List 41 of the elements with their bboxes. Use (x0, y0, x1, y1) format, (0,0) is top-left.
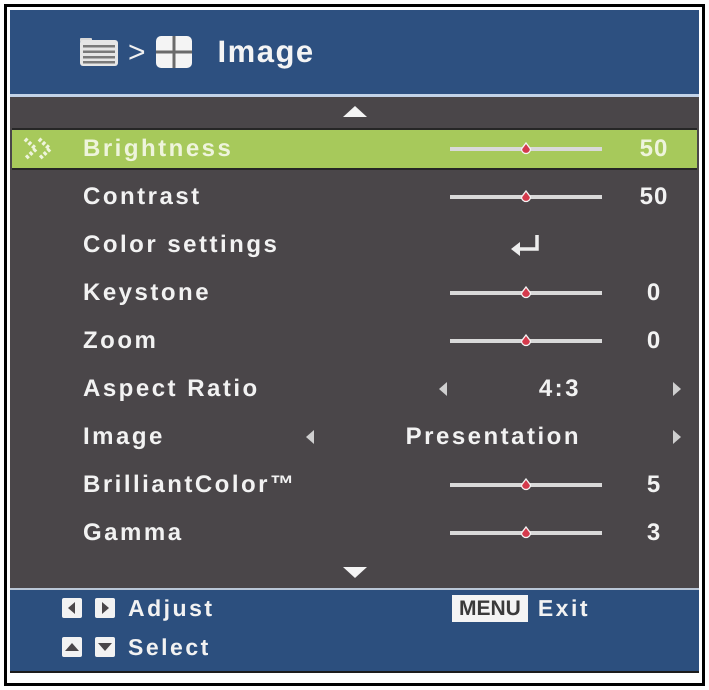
menu-title: Image (218, 32, 315, 71)
hint-label: Select (128, 632, 211, 662)
slider-value: 5 (646, 470, 662, 500)
menu-key: MENU (452, 594, 528, 622)
menu-item-label[interactable]: Color settings (83, 227, 280, 263)
slider-value: 0 (646, 326, 662, 356)
menu-item-label[interactable]: Aspect Ratio (83, 371, 260, 407)
right-arrow-icon[interactable] (673, 382, 681, 396)
menu-item-label[interactable]: Contrast (83, 179, 202, 215)
slider-thumb[interactable] (520, 478, 532, 492)
hint-label: Adjust (128, 594, 215, 623)
exit-hint: Exit (538, 594, 590, 623)
slider-thumb[interactable] (520, 190, 532, 204)
down-key-icon (95, 637, 115, 657)
left-key-icon (62, 598, 82, 618)
breadcrumb-separator: > (128, 34, 146, 70)
slider-thumb[interactable] (520, 286, 532, 300)
menu-item-label[interactable]: BrilliantColor™ (83, 467, 297, 503)
menu-item-label[interactable]: Image (83, 419, 165, 455)
slider-thumb[interactable] (520, 526, 532, 540)
slider-value: 50 (638, 182, 670, 212)
option-value: Presentation (404, 422, 582, 452)
up-key-icon (62, 637, 82, 657)
list-icon (80, 38, 118, 66)
slider-thumb[interactable] (520, 142, 532, 156)
right-key-icon (95, 598, 115, 618)
left-arrow-icon[interactable] (438, 382, 447, 396)
left-arrow-icon[interactable] (306, 430, 314, 444)
scroll-down-icon (342, 567, 366, 578)
slider-value: 3 (646, 518, 662, 548)
slider-thumb[interactable] (520, 334, 532, 348)
menu-item-label[interactable]: Zoom (83, 323, 158, 359)
menu-item-label[interactable]: Keystone (83, 275, 212, 311)
grid-icon (156, 36, 192, 68)
scroll-up-icon (342, 106, 366, 116)
option-value: 4:3 (538, 374, 582, 404)
enter-icon (511, 234, 541, 256)
menu-item-label[interactable]: Gamma (83, 515, 184, 551)
slider-value: 0 (646, 278, 662, 308)
slider-value: 50 (638, 134, 670, 164)
right-arrow-icon[interactable] (673, 430, 681, 444)
